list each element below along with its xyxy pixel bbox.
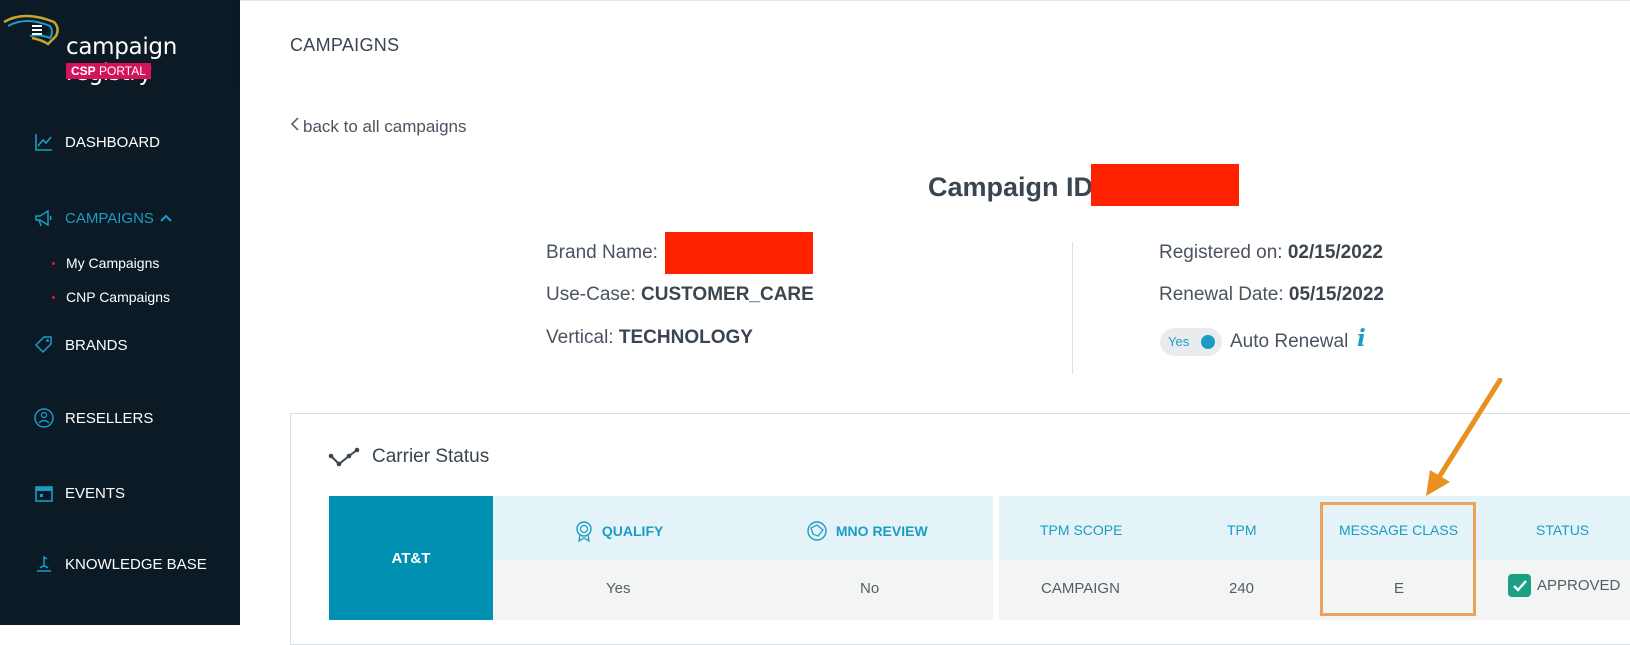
megaphone-icon	[33, 207, 55, 229]
nav-events[interactable]: EVENTS	[33, 482, 125, 504]
col-header-tpm-scope: TPM SCOPE	[1040, 522, 1123, 538]
registered-on-label: Registered on:	[1159, 242, 1283, 263]
registered-on-value: 02/15/2022	[1287, 242, 1383, 263]
campaign-id-heading: Campaign ID:	[928, 172, 1103, 202]
col-header-qualify: QUALIFY	[574, 520, 663, 545]
nav-dashboard-label: DASHBOARD	[65, 133, 161, 151]
nav-campaigns-label: CAMPAIGNS	[65, 209, 154, 227]
sidebar-item-label: My Campaigns	[66, 255, 160, 271]
chevron-left-icon	[290, 116, 300, 137]
status-label: APPROVED	[1537, 577, 1621, 594]
mno-review-icon	[806, 521, 832, 545]
nav-brands-label: BRANDS	[65, 336, 128, 354]
sidebar: campaign registry CSP PORTAL DASHBOARD C…	[0, 0, 240, 625]
carrier-status-title: Carrier Status	[372, 446, 490, 467]
carrier-name-cell: AT&T	[329, 496, 493, 620]
use-case-field: Use-Case: CUSTOMER_CARE	[546, 284, 814, 306]
nav-dashboard[interactable]: DASHBOARD	[33, 131, 160, 153]
back-to-campaigns-link[interactable]: back to all campaigns	[290, 116, 466, 137]
logo-subtitle: CSP PORTAL	[66, 63, 151, 79]
sidebar-item-my-campaigns[interactable]: My Campaigns	[52, 255, 159, 271]
cell-tpm: 240	[1229, 580, 1255, 597]
cell-qualify: Yes	[606, 580, 631, 597]
nav-events-label: EVENTS	[65, 484, 126, 502]
renewal-date-field: Renewal Date: 05/15/2022	[1159, 284, 1384, 306]
info-divider	[1072, 242, 1073, 374]
row-band-left	[493, 560, 993, 620]
vertical-label: Vertical:	[546, 327, 614, 348]
carrier-name: AT&T	[391, 549, 431, 567]
top-bar: CAMPAIGNS	[240, 0, 1630, 79]
nav-campaigns[interactable]: CAMPAIGNS	[33, 207, 172, 229]
annotation-arrow-icon	[1420, 377, 1510, 505]
check-icon	[1508, 574, 1531, 597]
auto-renewal-label: Auto Renewal	[1230, 331, 1349, 352]
redacted-brand-name	[665, 232, 813, 274]
carrier-status-icon	[328, 446, 360, 473]
use-case-value: CUSTOMER_CARE	[641, 284, 814, 305]
message-class-highlight	[1320, 502, 1476, 616]
col-header-status: STATUS	[1536, 522, 1590, 538]
bullet-icon	[52, 261, 55, 265]
col-header-mno-review: MNO REVIEW	[806, 520, 928, 545]
redacted-campaign-id	[1091, 164, 1239, 206]
sidebar-item-label: CNP Campaigns	[66, 289, 171, 305]
status-badge: APPROVED	[1508, 574, 1620, 597]
renewal-date-label: Renewal Date:	[1159, 284, 1284, 305]
vertical-field: Vertical: TECHNOLOGY	[546, 327, 753, 349]
reseller-icon	[33, 407, 55, 429]
brand-name-field: Brand Name:	[546, 242, 658, 264]
sidebar-item-cnp-campaigns[interactable]: CNP Campaigns	[52, 289, 170, 305]
info-icon[interactable]: i	[1357, 325, 1366, 352]
registered-on-field: Registered on: 02/15/2022	[1159, 242, 1383, 264]
nav-resellers-label: RESELLERS	[65, 409, 154, 427]
qualify-icon	[574, 521, 598, 545]
col-header-tpm: TPM	[1227, 522, 1257, 538]
toggle-label: Yes	[1168, 334, 1190, 349]
knowledge-icon	[33, 553, 55, 575]
cell-mno-review: No	[860, 580, 880, 597]
renewal-date-value: 05/15/2022	[1288, 284, 1384, 305]
back-link-label: back to all campaigns	[303, 116, 467, 136]
cell-tpm-scope: CAMPAIGN	[1041, 580, 1120, 597]
calendar-icon	[33, 482, 55, 504]
nav-knowledge-base[interactable]: KNOWLEDGE BASE	[33, 553, 207, 575]
brand-name-label: Brand Name:	[546, 242, 658, 263]
nav-brands[interactable]: BRANDS	[33, 334, 128, 356]
use-case-label: Use-Case:	[546, 284, 636, 305]
nav-knowledge-base-label: KNOWLEDGE BASE	[65, 555, 207, 573]
nav-resellers[interactable]: RESELLERS	[33, 407, 153, 429]
chevron-up-icon[interactable]	[160, 210, 172, 227]
logo[interactable]: campaign registry CSP PORTAL	[0, 10, 240, 86]
bullet-icon	[52, 295, 55, 299]
chart-line-icon	[33, 131, 55, 153]
page-title: CAMPAIGNS	[290, 35, 400, 55]
auto-renewal-toggle[interactable]: Yes	[1160, 328, 1222, 356]
vertical-value: TECHNOLOGY	[618, 327, 753, 348]
tag-icon	[33, 334, 55, 356]
menu-logo-icon[interactable]	[2, 14, 64, 59]
toggle-knob	[1201, 335, 1215, 349]
